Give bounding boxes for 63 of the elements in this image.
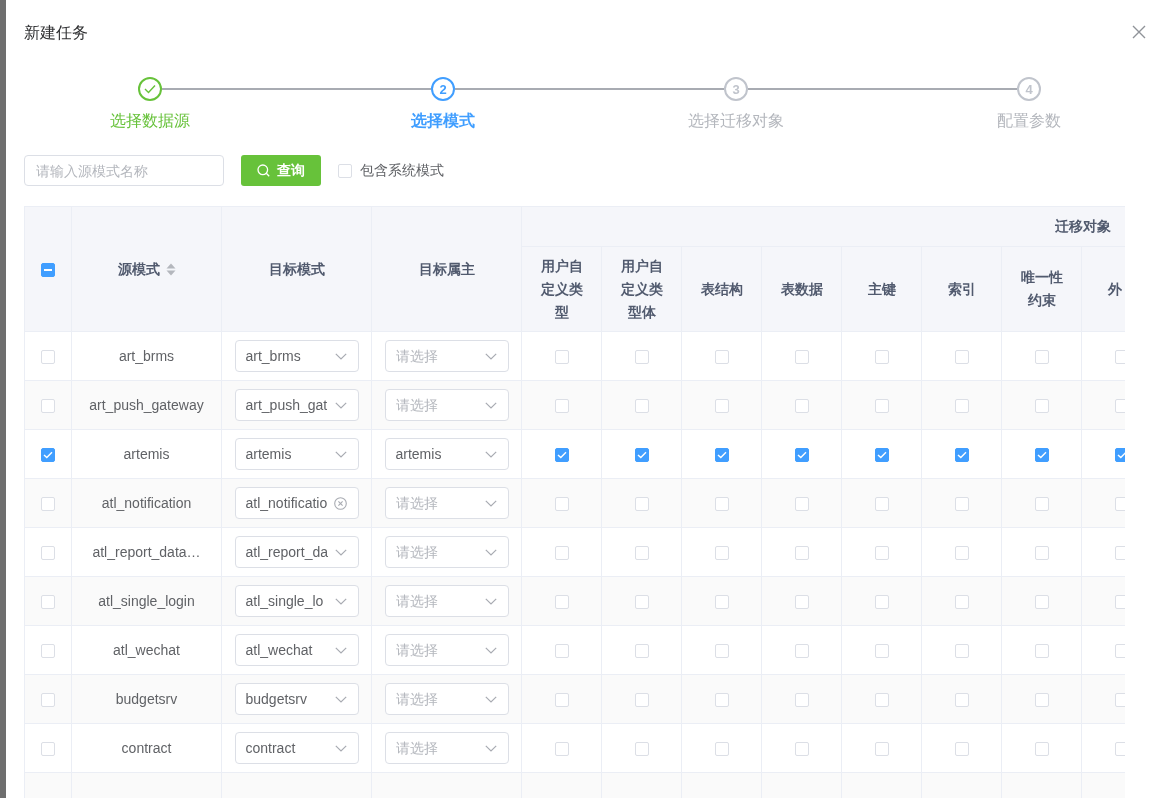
step-label: 配置参数 <box>997 111 1061 131</box>
close-button[interactable] <box>1132 25 1146 39</box>
select-field[interactable]: atl_notificatio <box>234 487 359 519</box>
chevron-down-icon <box>484 499 497 507</box>
chevron-down-icon <box>484 695 497 703</box>
chevron-down-icon <box>484 401 497 409</box>
search-icon <box>257 164 270 177</box>
search-field[interactable]: 请输入源模式名称 <box>24 155 224 186</box>
checkbox[interactable] <box>1034 447 1049 462</box>
table-cell: atl_report_data… <box>71 527 222 577</box>
table-cell: budgetsrv <box>71 674 222 724</box>
table-cell: art_brms <box>71 331 222 381</box>
column-title: 目标属主 <box>418 259 475 279</box>
column-title: 唯一性约束 <box>1020 268 1064 310</box>
chevron-down-icon <box>484 744 497 752</box>
chevron-down-icon <box>484 646 497 654</box>
table-cell: art_push_gateway <box>71 380 222 430</box>
select-field[interactable]: atl_single_lo <box>234 585 359 617</box>
column-title: 索引 <box>947 279 977 299</box>
chevron-down-icon <box>484 450 497 458</box>
table-cell: atl_wechat <box>71 625 222 675</box>
checkbox[interactable] <box>954 447 969 462</box>
column-title: 源模式 <box>117 259 160 279</box>
column-title: 用户自定义类型体 <box>620 256 664 322</box>
step-label: 选择模式 <box>411 111 475 131</box>
table-cell: atl_single_login <box>71 576 222 626</box>
select-field[interactable]: art_push_gat <box>234 389 359 421</box>
checkbox[interactable] <box>794 447 809 462</box>
select-field[interactable]: atl_report_da <box>234 536 359 568</box>
checkbox[interactable] <box>634 447 649 462</box>
checkbox[interactable] <box>714 447 729 462</box>
select-field[interactable]: artemis <box>384 438 509 470</box>
chevron-down-icon <box>484 548 497 556</box>
column-title: 目标模式 <box>268 259 325 279</box>
checkbox[interactable] <box>554 447 569 462</box>
select-field[interactable]: budgetsrv <box>234 683 359 715</box>
table-cell: atl_notification <box>71 478 222 528</box>
step-number: 3 <box>724 77 748 101</box>
close-icon <box>1132 25 1146 39</box>
column-title: 用户自定义类型 <box>540 256 584 322</box>
column-title: 外 <box>1108 279 1122 299</box>
step-label: 选择数据源 <box>110 111 190 131</box>
row-checkbox[interactable] <box>41 447 55 462</box>
select-field[interactable]: atl_wechat <box>234 634 359 666</box>
checkbox[interactable] <box>1114 447 1125 462</box>
column-title: 表结构 <box>700 279 744 299</box>
select-field[interactable]: artemis <box>234 438 359 470</box>
chevron-down-icon <box>484 352 497 360</box>
step-number: 2 <box>431 77 455 101</box>
group-title: 迁移对象 <box>1055 218 1111 234</box>
dialog-title: 新建任务 <box>24 24 88 42</box>
column-title: 表数据 <box>780 279 824 299</box>
checkbox[interactable] <box>874 447 889 462</box>
step-number: 4 <box>1017 77 1041 101</box>
select-all-checkbox[interactable] <box>41 262 55 277</box>
step-label: 选择迁移对象 <box>688 111 784 131</box>
select-field[interactable]: contract <box>234 732 359 764</box>
select-field[interactable]: art_brms <box>234 340 359 372</box>
checkbox-label: 包含系统模式 <box>360 161 444 180</box>
column-title: 主键 <box>867 279 897 299</box>
table-cell: contract <box>71 723 222 773</box>
chevron-down-icon <box>484 597 497 605</box>
table-cell: artemis <box>71 429 222 479</box>
